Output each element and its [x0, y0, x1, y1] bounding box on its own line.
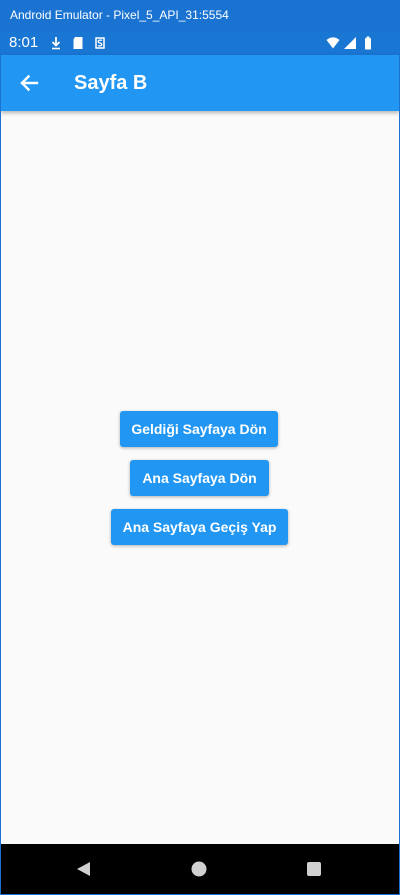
emulator-window-title: Android Emulator - Pixel_5_API_31:5554: [0, 0, 400, 31]
back-triangle-icon[interactable]: [75, 860, 93, 878]
recents-square-icon[interactable]: [305, 860, 323, 878]
go-to-home-button[interactable]: Ana Sayfaya Geçiş Yap: [111, 509, 288, 545]
arrow-back-icon[interactable]: [13, 67, 45, 99]
back-to-home-button[interactable]: Ana Sayfaya Dön: [130, 460, 269, 496]
button-column: Geldiği Sayfaya Dön Ana Sayfaya Dön Ana …: [1, 31, 399, 894]
navigation-bar: [1, 844, 399, 894]
back-to-previous-page-button[interactable]: Geldiği Sayfaya Dön: [120, 411, 278, 447]
page-title: Sayfa B: [74, 72, 148, 94]
device-screen: 8:01 Sayfa B Geldiği Sayfaya Dön Ana Say…: [1, 31, 399, 894]
home-circle-icon[interactable]: [190, 860, 208, 878]
app-bar: Sayfa B: [1, 55, 399, 111]
